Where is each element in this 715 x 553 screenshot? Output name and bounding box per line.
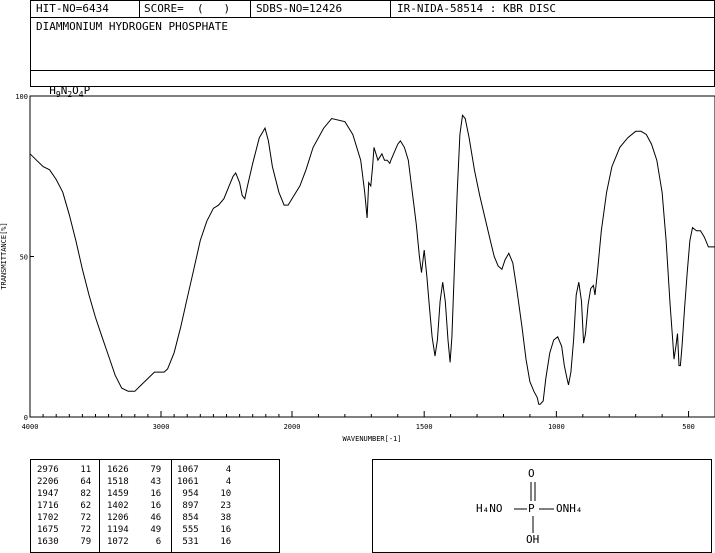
peak-intensity: 16 <box>209 525 232 535</box>
peak-intensity: 16 <box>209 537 232 547</box>
peak-wavenumber: 954 <box>177 489 199 499</box>
peak-wavenumber: 1459 <box>107 489 129 499</box>
peak-entry: 2206 64 <box>37 477 91 487</box>
x-tick-label: 500 <box>682 423 695 431</box>
peak-intensity: 16 <box>139 489 162 499</box>
x-axis-label: WAVENUMBER[-1] <box>342 435 401 443</box>
peak-table-divider-1 <box>99 460 100 552</box>
peak-entry: 555 16 <box>177 525 231 535</box>
peak-intensity: 4 <box>209 465 232 475</box>
transmittance-series-line <box>29 114 715 405</box>
peak-intensity: 6 <box>139 537 162 547</box>
peak-wavenumber: 1716 <box>37 501 59 511</box>
peak-entry: 1518 43 <box>107 477 161 487</box>
peak-wavenumber: 1630 <box>37 537 59 547</box>
peak-wavenumber: 2976 <box>37 465 59 475</box>
peak-wavenumber: 1206 <box>107 513 129 523</box>
atom-p-center: P <box>528 502 535 515</box>
peak-entry: 897 23 <box>177 501 231 511</box>
peak-wavenumber: 1518 <box>107 477 129 487</box>
x-tick-label: 1500 <box>416 423 433 431</box>
peak-wavenumber: 1675 <box>37 525 59 535</box>
y-tick-label: 0 <box>24 414 28 422</box>
peak-entry: 1067 4 <box>177 465 231 475</box>
peak-intensity: 72 <box>69 513 92 523</box>
peak-wavenumber: 555 <box>177 525 199 535</box>
peak-wavenumber: 1194 <box>107 525 129 535</box>
peak-wavenumber: 1067 <box>177 465 199 475</box>
peak-intensity: 46 <box>139 513 162 523</box>
peak-wavenumber: 1072 <box>107 537 129 547</box>
peak-wavenumber: 1626 <box>107 465 129 475</box>
plot-frame <box>29 95 715 418</box>
peak-intensity: 82 <box>69 489 92 499</box>
peak-intensity: 38 <box>209 513 232 523</box>
peak-entry: 1402 16 <box>107 501 161 511</box>
peak-entry: 1947 82 <box>37 489 91 499</box>
peak-entry: 1072 6 <box>107 537 161 547</box>
peak-entry: 531 16 <box>177 537 231 547</box>
peak-intensity: 64 <box>69 477 92 487</box>
peak-entry: 1459 16 <box>107 489 161 499</box>
peak-intensity: 62 <box>69 501 92 511</box>
peak-entry: 1716 62 <box>37 501 91 511</box>
peak-intensity: 72 <box>69 525 92 535</box>
peak-entry: 1702 72 <box>37 513 91 523</box>
peak-entry: 1630 79 <box>37 537 91 547</box>
peak-intensity: 79 <box>139 465 162 475</box>
atom-o-top: O <box>528 467 535 480</box>
peak-wavenumber: 854 <box>177 513 199 523</box>
peak-intensity: 11 <box>69 465 92 475</box>
peak-intensity: 43 <box>139 477 162 487</box>
x-tick-label: 1000 <box>548 423 565 431</box>
x-tick-label: 4000 <box>22 423 39 431</box>
peak-table: 2976 11 2206 64 1947 82 1716 62 1702 72 1675 … <box>30 459 280 553</box>
peak-wavenumber: 1402 <box>107 501 129 511</box>
group-oh-bottom: OH <box>526 533 540 546</box>
peak-table-divider-2 <box>171 460 172 552</box>
peak-wavenumber: 897 <box>177 501 199 511</box>
y-tick-label: 100 <box>15 93 28 101</box>
peak-wavenumber: 531 <box>177 537 199 547</box>
structure-diagram: O P H₄NO ONH₄ OH <box>472 466 612 550</box>
peak-wavenumber: 1947 <box>37 489 59 499</box>
peak-intensity: 49 <box>139 525 162 535</box>
peak-intensity: 79 <box>69 537 92 547</box>
peak-wavenumber: 1702 <box>37 513 59 523</box>
peak-intensity: 10 <box>209 489 232 499</box>
group-h4no: H₄NO <box>476 502 503 515</box>
peak-entry: 854 38 <box>177 513 231 523</box>
x-tick-label: 3000 <box>153 423 170 431</box>
peak-intensity: 23 <box>209 501 232 511</box>
peak-wavenumber: 2206 <box>37 477 59 487</box>
ir-spectrum-chart: 0 50 100 4000 3000 2000 1500 1000 500 WAVENUMBE… <box>0 93 715 443</box>
group-onh4: ONH₄ <box>556 502 583 515</box>
peak-entry: 954 10 <box>177 489 231 499</box>
peak-intensity: 16 <box>139 501 162 511</box>
x-axis: 4000 3000 2000 1500 1000 500 <box>22 411 715 431</box>
x-tick-label: 2000 <box>284 423 301 431</box>
peak-entry: 1194 49 <box>107 525 161 535</box>
peak-entry: 1626 79 <box>107 465 161 475</box>
peak-entry: 1061 4 <box>177 477 231 487</box>
y-tick-label: 50 <box>20 254 28 262</box>
peak-entry: 1675 72 <box>37 525 91 535</box>
y-axis-label: TRANSMITTANCE[%] <box>0 222 8 289</box>
peak-intensity: 4 <box>209 477 232 487</box>
peak-entry: 1206 46 <box>107 513 161 523</box>
peak-entry: 2976 11 <box>37 465 91 475</box>
peak-wavenumber: 1061 <box>177 477 199 487</box>
y-axis: 0 50 100 <box>15 93 34 422</box>
